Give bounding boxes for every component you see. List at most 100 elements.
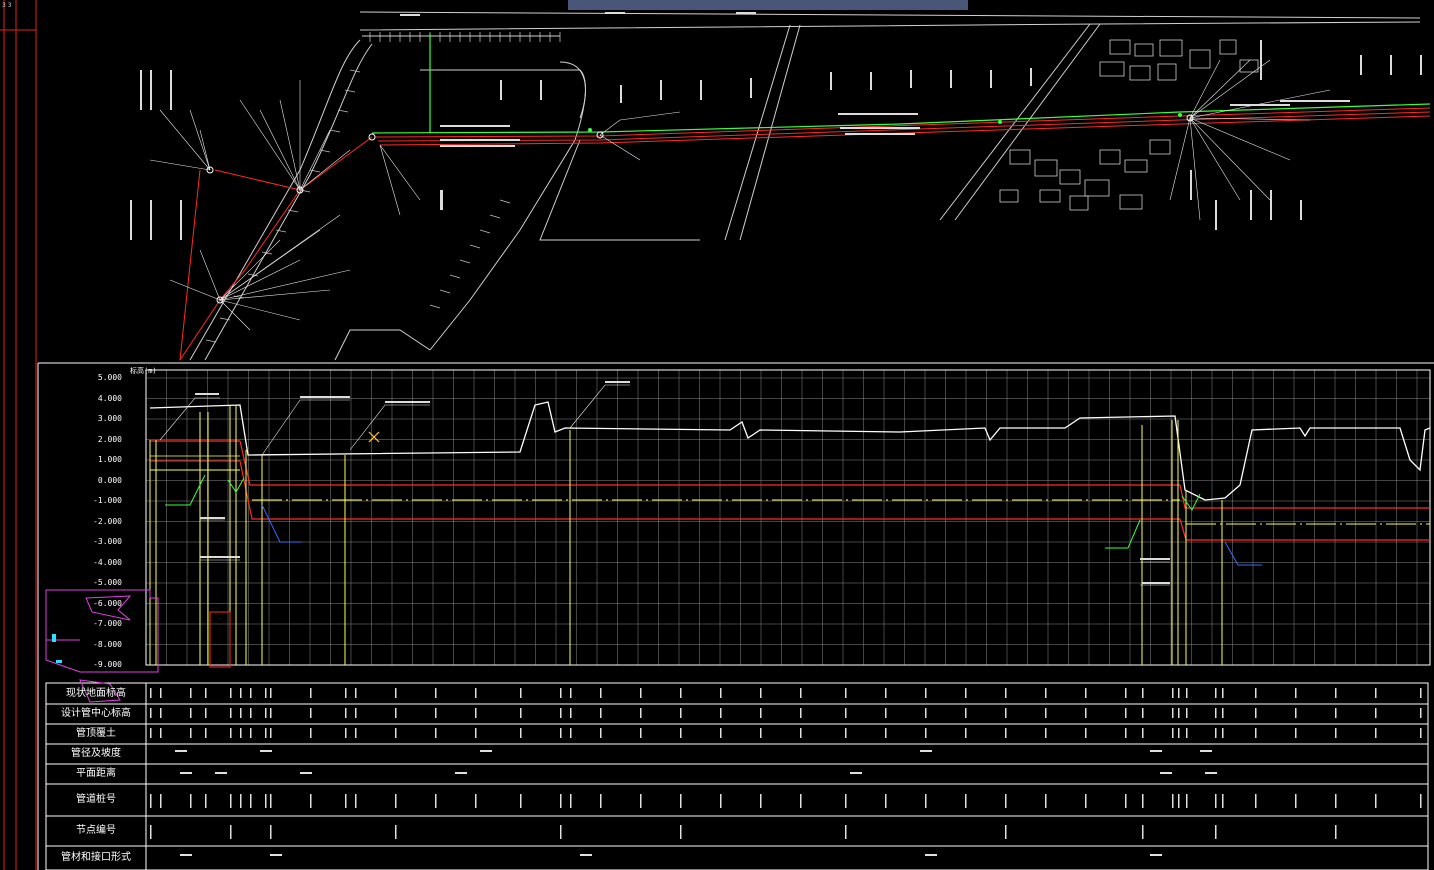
table-cell-value xyxy=(240,728,242,738)
table-cell-value xyxy=(1375,794,1377,808)
manhole-box xyxy=(209,611,231,668)
table-cell-value xyxy=(1375,708,1377,718)
table-cell-value xyxy=(965,708,967,718)
table-cell-value xyxy=(345,794,347,808)
table-cell-value xyxy=(1335,708,1337,718)
profile-table-values xyxy=(150,688,1422,856)
table-cell-value xyxy=(925,794,927,808)
table-cell-value xyxy=(965,794,967,808)
table-cell-value xyxy=(600,728,602,738)
table-cell-value xyxy=(680,708,682,718)
table-cell-value xyxy=(395,825,397,839)
table-cell-value xyxy=(270,854,282,856)
y-axis-tick-label: 0.000 xyxy=(97,475,122,485)
table-cell-value xyxy=(760,728,762,738)
y-axis-tick-label: -2.000 xyxy=(93,516,122,526)
table-row-label-4: 平面距离 xyxy=(76,768,116,779)
table-cell-value xyxy=(1215,825,1217,839)
blue-dimension-marks xyxy=(261,504,1262,566)
table-cell-value xyxy=(1178,688,1180,698)
table-cell-value xyxy=(475,688,477,698)
table-cell-value xyxy=(1295,794,1297,808)
table-cell-value xyxy=(845,708,847,718)
table-cell-value xyxy=(310,688,312,698)
y-axis-tick-label: -4.000 xyxy=(93,557,122,567)
table-cell-value xyxy=(1142,708,1144,718)
table-cell-value xyxy=(250,688,252,698)
table-cell-value xyxy=(965,728,967,738)
profile-corner-label: 标高(m) xyxy=(130,367,157,375)
table-cell-value xyxy=(1005,708,1007,718)
profile-frame xyxy=(37,362,1434,870)
table-cell-value xyxy=(1005,825,1007,839)
table-cell-value xyxy=(600,708,602,718)
table-cell-value xyxy=(475,728,477,738)
table-cell-value xyxy=(640,708,642,718)
table-cell-value xyxy=(345,728,347,738)
table-cell-value xyxy=(1375,728,1377,738)
profile-annotation-text xyxy=(195,381,1170,584)
table-cell-value xyxy=(1085,794,1087,808)
table-cell-value xyxy=(885,794,887,808)
table-cell-value xyxy=(1200,750,1212,752)
table-cell-value xyxy=(760,708,762,718)
table-cell-value xyxy=(520,794,522,808)
table-cell-value xyxy=(205,728,207,738)
table-cell-value xyxy=(190,688,192,698)
table-cell-value xyxy=(435,794,437,808)
table-cell-value xyxy=(355,794,357,808)
table-cell-value xyxy=(885,728,887,738)
table-cell-value xyxy=(1335,688,1337,698)
table-cell-value xyxy=(180,854,192,856)
table-cell-value xyxy=(310,708,312,718)
table-cell-value xyxy=(265,794,267,808)
table-row-label-7: 管材和接口形式 xyxy=(61,852,131,863)
table-cell-value xyxy=(1335,728,1337,738)
table-cell-value xyxy=(1005,794,1007,808)
plan-leaders xyxy=(149,59,1331,331)
cad-drawing-canvas[interactable] xyxy=(0,0,1434,870)
table-cell-value xyxy=(560,708,562,718)
plan-roads xyxy=(189,11,1421,361)
table-cell-value xyxy=(885,688,887,698)
table-cell-value xyxy=(1172,708,1174,718)
vertical-node-guides xyxy=(149,405,1223,665)
table-cell-value xyxy=(885,708,887,718)
plan-view xyxy=(130,11,1431,361)
table-cell-value xyxy=(1222,794,1224,808)
green-level-marks xyxy=(165,474,1201,549)
table-cell-value xyxy=(435,728,437,738)
table-cell-value xyxy=(435,708,437,718)
table-cell-value xyxy=(570,728,572,738)
table-cell-value xyxy=(850,772,862,774)
table-cell-value xyxy=(455,772,467,774)
table-row-label-6: 节点编号 xyxy=(76,825,116,836)
table-cell-value xyxy=(570,688,572,698)
table-cell-value xyxy=(1005,688,1007,698)
table-cell-value xyxy=(240,688,242,698)
y-axis-tick-label: -5.000 xyxy=(93,578,122,587)
table-cell-value xyxy=(1045,688,1047,698)
table-cell-value xyxy=(190,708,192,718)
table-cell-value xyxy=(270,794,272,808)
table-cell-value xyxy=(1150,854,1162,856)
table-cell-value xyxy=(680,825,682,839)
table-cell-value xyxy=(230,825,232,839)
table-cell-value xyxy=(355,708,357,718)
table-cell-value xyxy=(920,750,932,752)
table-cell-value xyxy=(1420,728,1422,738)
table-cell-value xyxy=(1420,708,1422,718)
table-cell-value xyxy=(760,794,762,808)
table-cell-value xyxy=(475,708,477,718)
table-cell-value xyxy=(250,728,252,738)
table-cell-value xyxy=(600,794,602,808)
table-cell-value xyxy=(150,825,152,839)
table-cell-value xyxy=(560,825,562,839)
marker-x-icon xyxy=(368,431,380,443)
table-cell-value xyxy=(1186,794,1188,808)
table-cell-value xyxy=(270,825,272,839)
table-cell-value xyxy=(1215,794,1217,808)
table-cell-value xyxy=(175,750,187,752)
y-axis-tick-label: -3.000 xyxy=(93,537,122,546)
red-pipe-lines xyxy=(179,107,1431,361)
